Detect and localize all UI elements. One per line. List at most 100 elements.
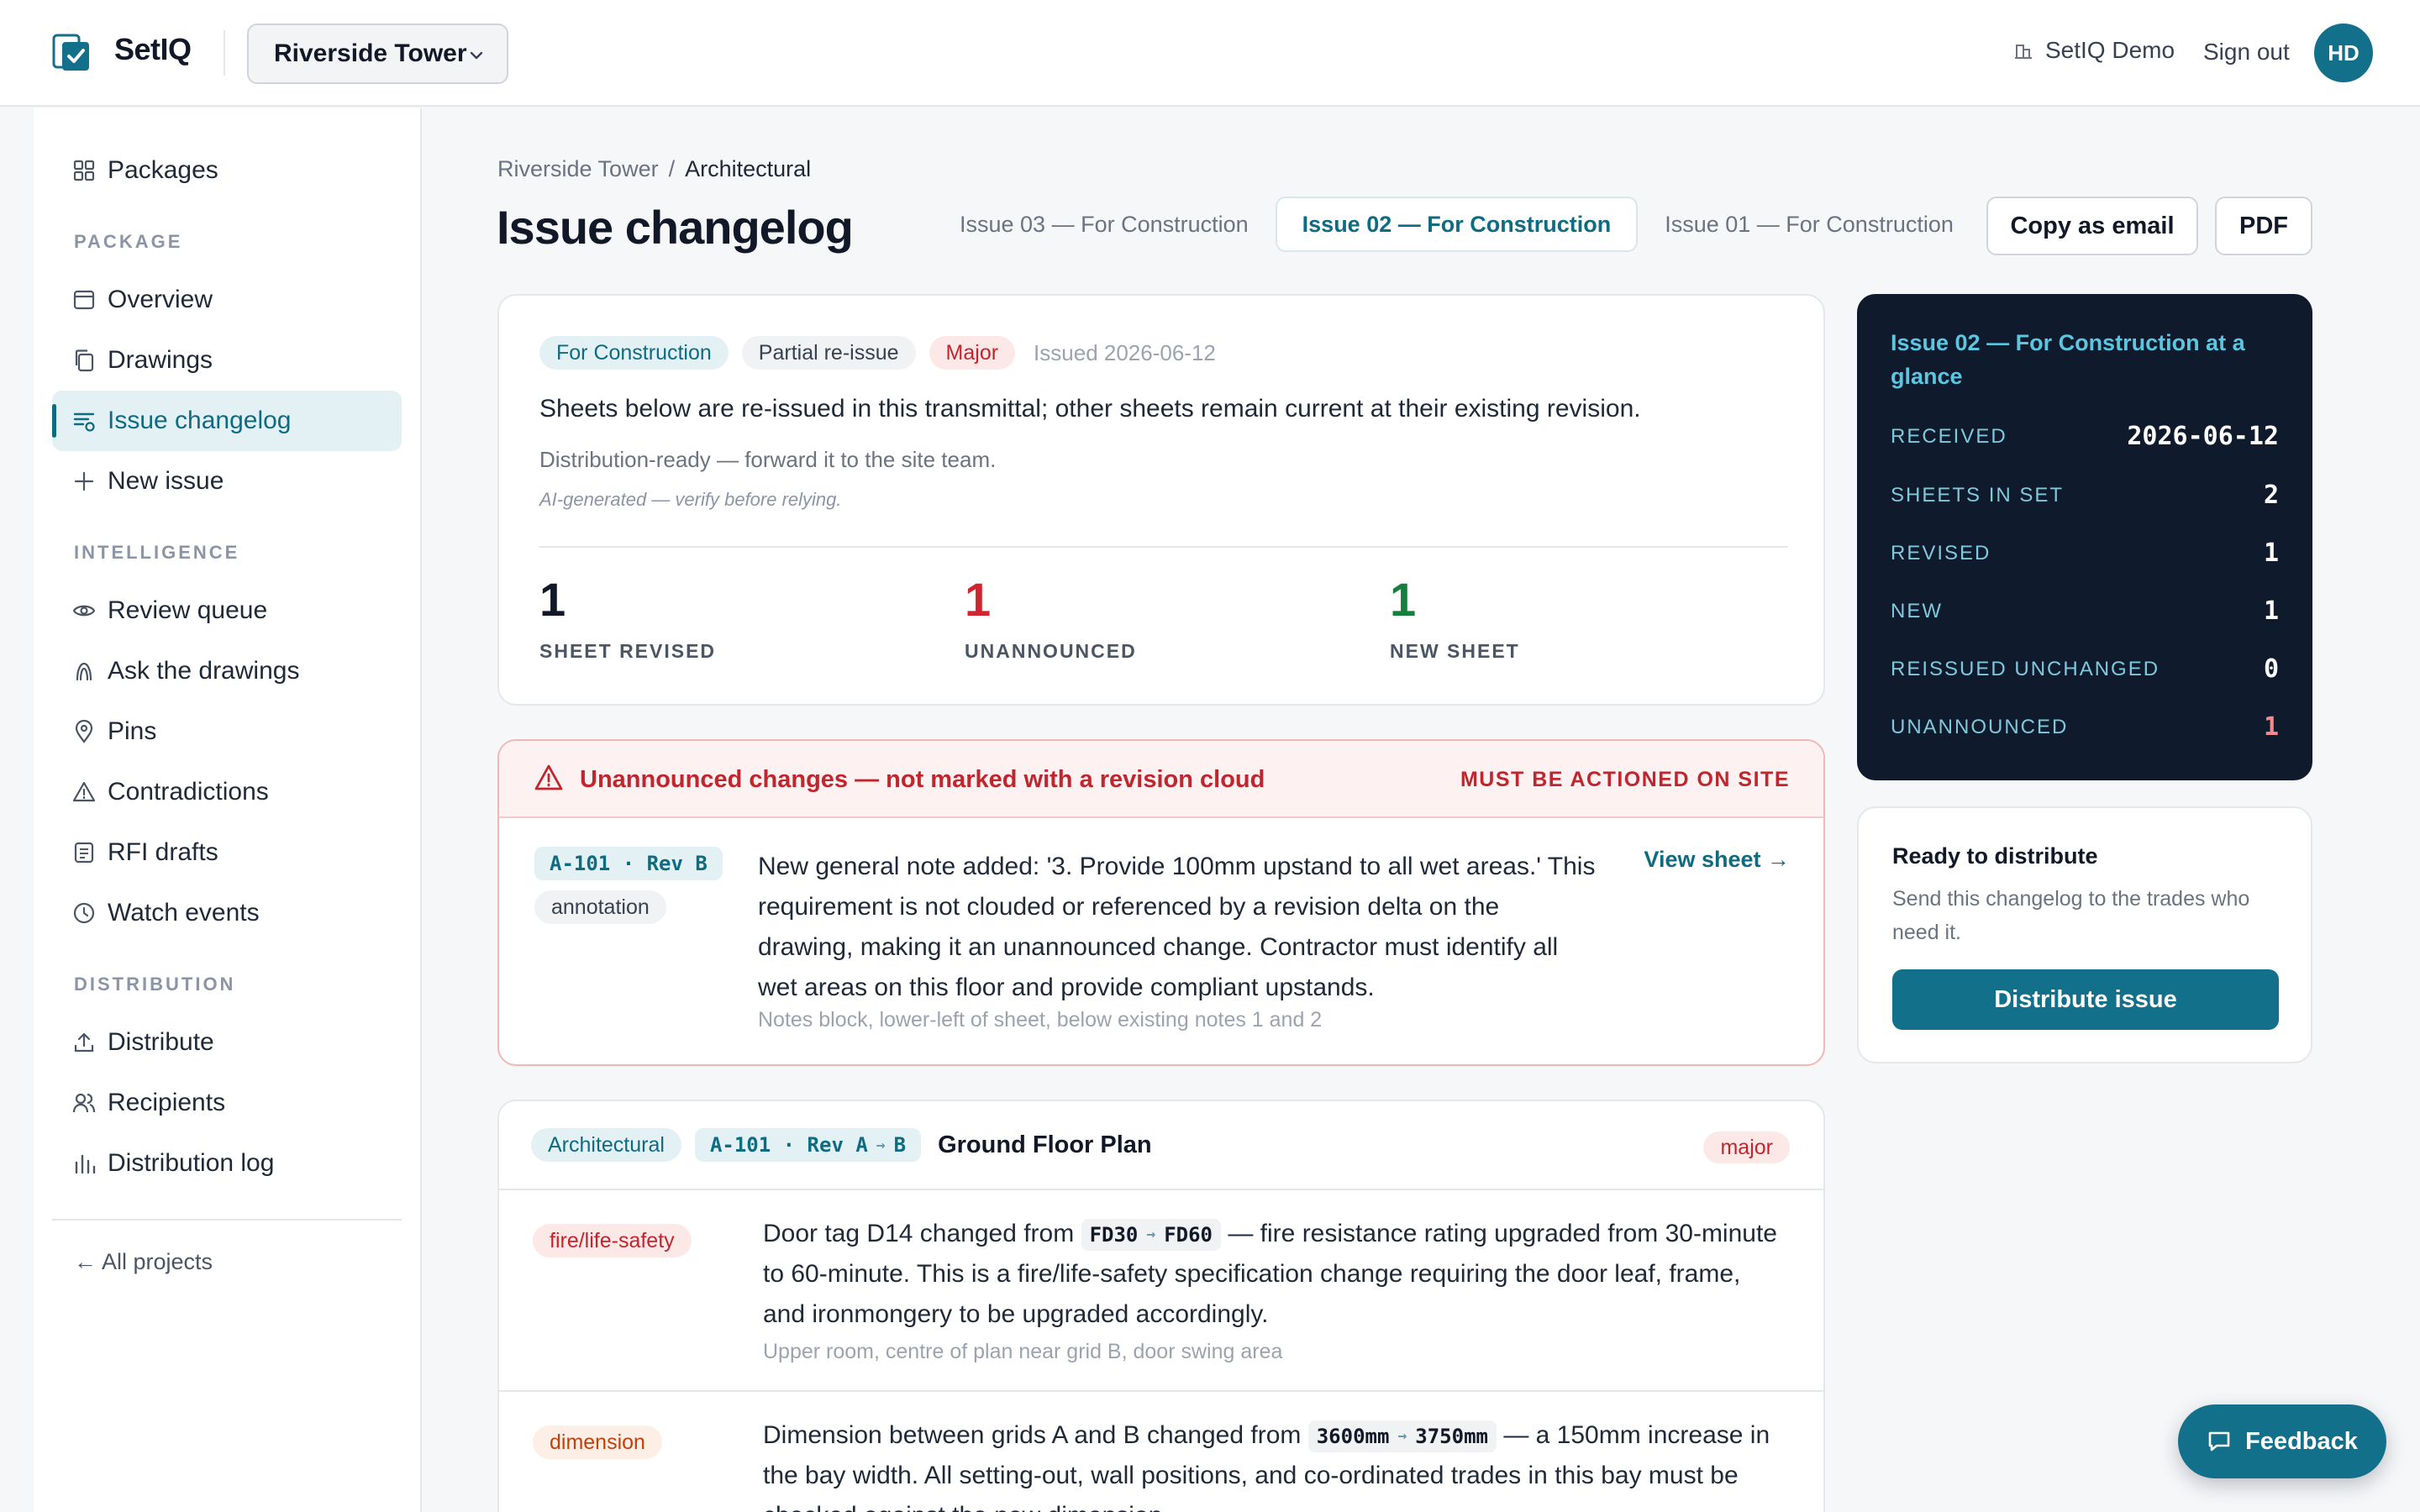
stat-value: 1 xyxy=(1390,573,1417,626)
warning-triangle-icon xyxy=(72,781,96,802)
sheet-changes-card: Architectural A-101 · Rev A → B Ground Flo… xyxy=(497,1100,1825,1512)
sparkle-icon xyxy=(76,662,92,681)
ready-to-distribute-card: Ready to distribute Send this changelog … xyxy=(1857,806,2312,1063)
sheet-title: Ground Floor Plan xyxy=(938,1131,1152,1158)
sheet-card-header: Architectural A-101 · Rev A → B Ground Flo… xyxy=(499,1101,1823,1190)
category-badge: dimension xyxy=(533,1425,662,1459)
glance-row-received: RECEIVED 2026-06-12 xyxy=(1891,422,2279,451)
chevron-down-icon xyxy=(470,51,483,60)
sidebar-section-distribution: DISTRIBUTION xyxy=(74,974,236,995)
change-row: fire/life-safety Door tag D14 changed fr… xyxy=(499,1190,1823,1392)
stat-new-sheet: 1 NEW SHEET xyxy=(1390,576,1520,663)
warning-triangle-icon xyxy=(534,764,563,790)
avatar[interactable]: HD xyxy=(2314,24,2373,82)
page-title: Issue changelog xyxy=(497,201,854,254)
sidebar-item-recipients[interactable]: Recipients xyxy=(52,1073,402,1133)
sidebar-item-distribution-log[interactable]: Distribution log xyxy=(52,1133,402,1194)
sheet-revision-from: A-101 · Rev A xyxy=(709,1133,868,1157)
sidebar-item-review-queue[interactable]: Review queue xyxy=(52,580,402,641)
change-prefix: Door tag D14 changed from xyxy=(763,1220,1075,1247)
value-change: 3600mm → 3750mm xyxy=(1307,1420,1497,1453)
glance-key: UNANNOUNCED xyxy=(1891,715,2069,738)
feedback-button[interactable]: Feedback xyxy=(2178,1404,2386,1478)
document-icon xyxy=(74,842,94,864)
sidebar-item-distribute[interactable]: Distribute xyxy=(52,1012,402,1073)
sidebar-item-pins[interactable]: Pins xyxy=(52,701,402,762)
change-kind-badge: annotation xyxy=(534,890,666,924)
sidebar-item-issue-changelog[interactable]: Issue changelog xyxy=(52,391,402,451)
new-value: 3750mm xyxy=(1415,1425,1488,1449)
grid-icon xyxy=(73,160,95,181)
change-description: Door tag D14 changed from FD30 → FD60 — fi… xyxy=(763,1214,1788,1335)
breadcrumb-current: Architectural xyxy=(685,156,812,181)
glance-value: 0 xyxy=(2263,654,2279,684)
stat-label: SHEET REVISED xyxy=(539,640,717,662)
change-description: Dimension between grids A and B changed … xyxy=(763,1415,1788,1512)
unannounced-title: Unannounced changes — not marked with a … xyxy=(580,766,1265,793)
sidebar-item-label: Overview xyxy=(108,286,213,313)
tab-issue-02[interactable]: Issue 02 — For Construction xyxy=(1275,197,1639,252)
new-value: FD60 xyxy=(1164,1223,1213,1247)
sidebar-item-overview[interactable]: Overview xyxy=(52,270,402,330)
ready-title: Ready to distribute xyxy=(1892,843,2098,869)
glance-value: 1 xyxy=(2263,712,2279,742)
sheet-code-badge[interactable]: A-101 · Rev B xyxy=(534,847,723,880)
sidebar-item-drawings[interactable]: Drawings xyxy=(52,330,402,391)
severity-badge: Major xyxy=(929,336,1016,370)
sidebar-item-label: Watch events xyxy=(108,899,260,927)
sheet-card-meta: Architectural A-101 · Rev A → B Ground Flo… xyxy=(531,1128,1152,1162)
map-pin-icon xyxy=(75,720,93,743)
building-icon xyxy=(2015,45,2032,59)
copy-as-email-button[interactable]: Copy as email xyxy=(1986,197,2198,255)
setiq-logo-icon[interactable] xyxy=(52,32,91,72)
glance-row-reissued-unchanged: REISSUED UNCHANGED 0 xyxy=(1891,654,2279,684)
distribute-issue-button[interactable]: Distribute issue xyxy=(1892,969,2279,1030)
sidebar-item-rfi-drafts[interactable]: RFI drafts xyxy=(52,822,402,883)
arrow-right-icon: → xyxy=(1397,1427,1407,1446)
unannounced-header: Unannounced changes — not marked with a … xyxy=(499,741,1823,818)
sidebar-item-label: Recipients xyxy=(108,1089,226,1116)
copy-icon xyxy=(75,349,94,372)
app-name[interactable]: SetIQ xyxy=(114,32,192,67)
action-required-tag: MUST BE ACTIONED ON SITE xyxy=(1460,768,1790,791)
breadcrumb-project[interactable]: Riverside Tower xyxy=(497,156,659,181)
at-a-glance-panel: Issue 02 — For Construction at a glance … xyxy=(1857,294,2312,780)
account-switcher[interactable]: SetIQ Demo xyxy=(2013,37,2175,64)
glance-row-unannounced: UNANNOUNCED 1 xyxy=(1891,712,2279,742)
glance-key: REVISED xyxy=(1891,541,1991,564)
old-value: 3600mm xyxy=(1316,1425,1390,1449)
account-name: SetIQ Demo xyxy=(2045,37,2175,63)
view-sheet-link[interactable]: View sheet → xyxy=(1644,847,1790,873)
summary-subtext: Distribution-ready — forward it to the s… xyxy=(539,447,997,472)
pdf-button[interactable]: PDF xyxy=(2215,197,2312,255)
change-kind: annotation xyxy=(534,890,666,924)
list-icon xyxy=(73,412,95,432)
clock-icon xyxy=(73,902,95,924)
tab-issue-03[interactable]: Issue 03 — For Construction xyxy=(933,197,1276,252)
feedback-label: Feedback xyxy=(2245,1427,2358,1455)
sidebar-item-label: RFI drafts xyxy=(108,838,218,866)
stat-label: UNANNOUNCED xyxy=(965,640,1137,662)
reissue-badge: Partial re-issue xyxy=(741,336,916,370)
sidebar-item-watch-events[interactable]: Watch events xyxy=(52,883,402,943)
sidebar-item-contradictions[interactable]: Contradictions xyxy=(52,762,402,822)
sidebar-item-label: Review queue xyxy=(108,596,268,624)
summary-divider xyxy=(539,546,1788,548)
sidebar-item-label: Ask the drawings xyxy=(108,657,300,685)
change-location: Upper room, centre of plan near grid B, … xyxy=(763,1340,1283,1363)
breadcrumb-separator: / xyxy=(668,156,676,181)
sheet-revision-badge[interactable]: A-101 · Rev A → B xyxy=(694,1128,922,1162)
sidebar-item-ask-the-drawings[interactable]: Ask the drawings xyxy=(52,641,402,701)
sidebar-item-packages[interactable]: Packages xyxy=(52,140,402,201)
upload-icon xyxy=(74,1032,94,1053)
sign-out-link[interactable]: Sign out xyxy=(2203,39,2290,66)
project-selector[interactable]: Riverside Tower xyxy=(247,24,508,84)
stat-value: 1 xyxy=(539,573,566,626)
sidebar-item-label: Contradictions xyxy=(108,778,269,806)
all-projects-link[interactable]: ← All projects xyxy=(74,1249,213,1275)
glance-key: SHEETS IN SET xyxy=(1891,483,2065,507)
sidebar-item-new-issue[interactable]: New issue xyxy=(52,451,402,512)
glance-value: 2026-06-12 xyxy=(2127,422,2279,451)
tab-issue-01[interactable]: Issue 01 — For Construction xyxy=(1638,197,1981,252)
sidebar-item-label: Pins xyxy=(108,717,157,745)
